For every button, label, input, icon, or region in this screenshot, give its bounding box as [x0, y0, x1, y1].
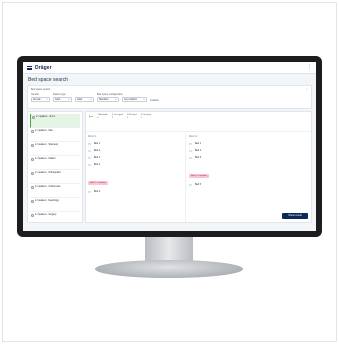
detail-header: ⊢ 1 Available 4 2 Occupied 2 3 Blocked 1 4 … [86, 112, 311, 132]
isolation-checkbox-label[interactable]: Isolation [150, 99, 170, 102]
radio-icon [31, 186, 34, 189]
chevron-down-icon: ▼ [90, 98, 92, 101]
list-item[interactable]: 2. Inpatient · Stat [30, 128, 80, 142]
divider [185, 134, 186, 222]
result-list: 2. Inpatient · 2nd 1 2. Inpatient · Stat… [27, 111, 83, 223]
radio-icon [31, 130, 34, 133]
room-section-right: Room 2 ▭ Bed 1 ▭ Bed 2 ▭ Bed 3 Bed 4 · Isol… [187, 134, 285, 189]
room-title: Room 1 [88, 135, 97, 138]
isolation-select[interactable]: Any isolation ▼ [122, 97, 147, 102]
bed-icon: ▭ [88, 162, 91, 167]
list-item[interactable]: 2. Inpatient · Orthopedics [30, 170, 80, 184]
show-result-button[interactable]: Show result [282, 213, 308, 219]
stat-value: 2 [111, 117, 114, 119]
radio-icon [32, 116, 35, 119]
filter-label: Bed space configuration [97, 93, 123, 96]
bed-row[interactable]: ▭ Bed 3 [88, 154, 182, 161]
isolation-chip: Bed 4 · Isolation [189, 174, 209, 178]
radio-icon [31, 172, 34, 175]
monitor: Dräger ⋮ Bed space search Bed space sear… [17, 56, 322, 237]
room-section-left: Room 1 ▭ Bed 1 ▭ Bed 2 ▭ Bed 3 ▭ Bed 4 Bed 5… [86, 134, 184, 196]
age-group-select[interactable]: Adult ▼ [75, 97, 94, 102]
bed-icon: ▭ [88, 155, 91, 160]
list-item[interactable]: 2. Inpatient · Telemetry [30, 142, 80, 156]
stat-value: 4 [97, 117, 99, 119]
radio-icon [31, 158, 34, 161]
app-logo: Dräger [35, 64, 52, 71]
bed-row[interactable]: ▭ Bed 6 [88, 188, 182, 195]
screen: Dräger ⋮ Bed space search Bed space sear… [23, 62, 316, 231]
bed-detail-panel: ⊢ 1 Available 4 2 Occupied 2 3 Blocked 1 4 … [85, 111, 312, 223]
filter-section-label: Bed space search [31, 88, 51, 91]
stat-value: 1 [126, 117, 129, 119]
radio-icon [31, 214, 34, 217]
monitor-stand-base [95, 260, 243, 278]
isolation-chip: Bed 5 · Isolation [88, 181, 108, 185]
bed-icon: ▭ [88, 189, 91, 194]
filter-label: Patient type [53, 93, 66, 96]
more-options-icon[interactable]: ⋮ [307, 65, 312, 70]
bed-row[interactable]: ▭ Bed 1 [88, 140, 182, 147]
bed-row[interactable]: ▭ Bed 2 [88, 147, 182, 154]
chevron-down-icon: ▼ [143, 98, 145, 101]
stat-value: 1 [140, 117, 142, 119]
list-item[interactable]: 2. Inpatient · Station [30, 156, 80, 170]
radio-icon [31, 144, 34, 147]
gender-select[interactable]: Female ▼ [31, 97, 50, 102]
main-content: 2. Inpatient · 2nd 1 2. Inpatient · Stat… [27, 111, 312, 223]
bed-icon: ▭ [88, 148, 91, 153]
chevron-down-icon: ▼ [46, 98, 48, 101]
chevron-down-icon: ▼ [68, 98, 70, 101]
bed-icon: ▭ [189, 141, 192, 146]
page-title: Bed space search [28, 77, 69, 83]
list-item[interactable]: 2. Inpatient · Surgery [30, 212, 80, 222]
bed-icon: ▭ [189, 148, 192, 153]
bed-row[interactable]: ▭ Bed 5 [189, 181, 283, 188]
bed-row[interactable]: ▭ Bed 3 [189, 154, 283, 161]
patient-type-select[interactable]: Adult ▼ [53, 97, 72, 102]
hamburger-menu-icon[interactable] [27, 65, 32, 70]
filter-label: Gender [31, 93, 39, 96]
bed-row[interactable]: ▭ Bed 4 [88, 161, 182, 168]
radio-icon [31, 200, 34, 203]
bed-icon: ▭ [189, 155, 192, 160]
list-item[interactable]: 2. Inpatient · 2nd 1 [30, 114, 80, 128]
monitor-stand-neck [145, 237, 193, 261]
list-item[interactable]: 3. Inpatient · Critical care [30, 184, 80, 198]
bed-row[interactable]: ▭ Bed 1 [189, 140, 283, 147]
configuration-select[interactable]: Standard ▼ [97, 97, 119, 102]
bed-icon: ⊢ [89, 114, 94, 120]
room-title: Room 2 [189, 135, 198, 138]
app-topbar: Dräger ⋮ [23, 62, 316, 74]
list-item[interactable]: 2. Inpatient · Neurology [30, 198, 80, 212]
chevron-up-icon[interactable]: ⌃ [305, 88, 308, 92]
bed-icon: ▭ [189, 182, 192, 187]
filter-panel: Bed space search ⌃ Gender Female ▼ Patien… [27, 85, 312, 109]
bed-row[interactable]: ▭ Bed 2 [189, 147, 283, 154]
bed-icon: ▭ [88, 141, 91, 146]
chevron-down-icon: ▼ [115, 98, 117, 101]
